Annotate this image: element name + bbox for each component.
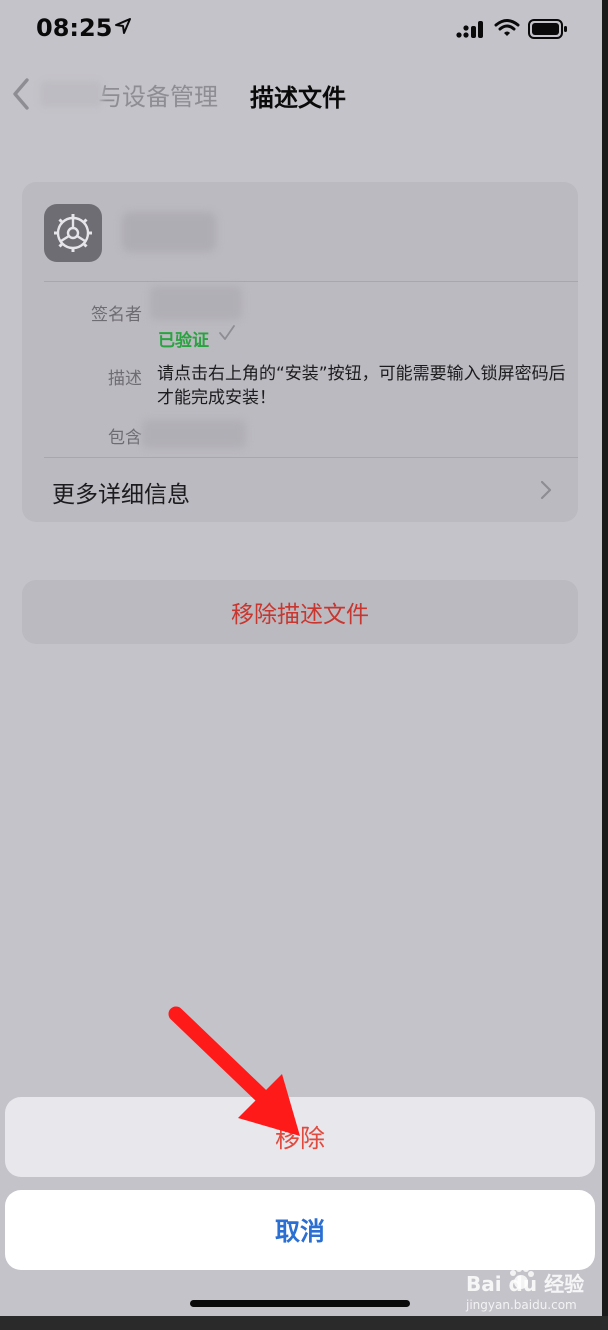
red-pointer-arrow xyxy=(168,1006,300,1136)
back-button[interactable]: 与设备管理 xyxy=(10,76,220,112)
chevron-left-icon xyxy=(13,78,29,110)
signal-icon xyxy=(456,21,483,38)
page-title: 描述文件 xyxy=(250,84,346,112)
settings-gear-icon xyxy=(44,204,102,262)
cancel-label: 取消 xyxy=(274,1217,325,1246)
watermark-url: jingyan.baidu.com xyxy=(466,1298,577,1312)
divider xyxy=(44,281,578,282)
redacted-text xyxy=(40,81,102,107)
remove-profile-label: 移除描述文件 xyxy=(231,602,369,628)
battery-icon xyxy=(528,19,567,39)
description-label: 描述 xyxy=(108,369,142,389)
contains-label: 包含 xyxy=(108,428,142,448)
contains-value-redacted xyxy=(142,420,246,448)
watermark-brand: Bai du 经验 xyxy=(466,1272,585,1296)
status-time: 08:25 xyxy=(36,14,113,42)
signer-label: 签名者 xyxy=(91,305,142,325)
wifi-icon xyxy=(494,19,520,36)
back-label: 与设备管理 xyxy=(98,82,218,111)
home-indicator xyxy=(190,1300,410,1307)
device-bottom-edge xyxy=(0,1316,608,1330)
status-bar: 08:25 xyxy=(0,0,602,58)
device-frame-edge xyxy=(602,0,608,1330)
verified-status: 已验证 xyxy=(158,331,209,351)
checkmark-icon xyxy=(219,325,235,340)
more-details-row[interactable]: 更多详细信息 xyxy=(22,458,578,522)
description-text: 请点击右上角的“安装”按钮，可能需要输入锁屏密码后才能完成安装！ xyxy=(157,364,566,408)
chevron-right-icon xyxy=(540,480,552,500)
profile-card: 签名者 已验证 描述 请点击右上角的“安装”按钮，可能需要输入锁屏密码后才能完成… xyxy=(22,182,578,522)
remove-profile-button[interactable]: 移除描述文件 xyxy=(22,580,578,644)
more-details-label: 更多详细信息 xyxy=(52,482,190,508)
action-sheet-cancel-button[interactable]: 取消 xyxy=(5,1190,595,1270)
navigation-bar: 与设备管理 描述文件 xyxy=(0,66,602,122)
profile-name-redacted xyxy=(122,212,216,252)
signer-value-redacted xyxy=(150,286,242,320)
location-arrow-icon xyxy=(115,18,131,34)
